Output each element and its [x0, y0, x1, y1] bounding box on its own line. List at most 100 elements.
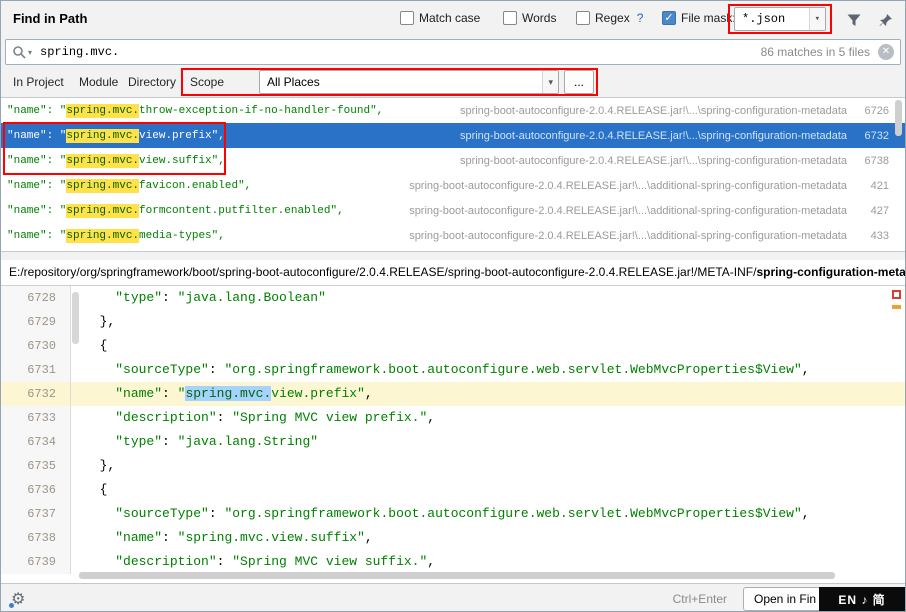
file-mask-combo[interactable]: *.json ▾	[734, 7, 826, 31]
code-segment: :	[217, 554, 233, 569]
option-label: Regex	[595, 11, 630, 25]
line-number: 6734	[1, 430, 71, 454]
snippet-suffix: view.prefix",	[139, 130, 225, 142]
checkbox-icon[interactable]	[576, 11, 590, 25]
result-row[interactable]: "name": "spring.mvc.throw-exception-if-n…	[1, 98, 905, 123]
line-number: 6731	[1, 358, 71, 382]
editor-line[interactable]: 6737 "sourceType": "org.springframework.…	[1, 502, 905, 526]
editor-line[interactable]: 6732 "name": "spring.mvc.view.prefix",	[1, 382, 905, 406]
editor-mini-scrollbar[interactable]	[72, 292, 79, 344]
match-highlight: spring.mvc.	[66, 104, 139, 118]
line-number: 6739	[1, 550, 71, 574]
editor-line[interactable]: 6730 {	[1, 334, 905, 358]
code-segment: },	[84, 458, 115, 473]
path-filename: spring-configuration-meta	[756, 265, 905, 279]
browse-scopes-button[interactable]: ...	[564, 70, 594, 94]
option-match-case[interactable]: Match case	[400, 11, 480, 25]
splitter[interactable]	[1, 252, 905, 260]
code-segment: {	[84, 482, 107, 497]
result-row[interactable]: "name": "spring.mvc.view.suffix",spring-…	[1, 148, 905, 173]
editor-line[interactable]: 6736 {	[1, 478, 905, 502]
dialog-header: Find in Path Match caseWordsRegex?✓File …	[1, 1, 905, 37]
scope-tab-scope[interactable]: Scope	[190, 75, 224, 89]
preview-file-path: E:/repository/org/springframework/boot/s…	[1, 260, 905, 286]
checkbox-icon[interactable]	[503, 11, 517, 25]
preview-editor[interactable]: 6728 "type": "java.lang.Boolean"6729 },6…	[1, 286, 905, 583]
editor-line[interactable]: 6731 "sourceType": "org.springframework.…	[1, 358, 905, 382]
option-words[interactable]: Words	[503, 11, 556, 25]
result-row[interactable]: "name": "spring.mvc.view.prefix",spring-…	[1, 123, 905, 148]
scope-tab-module[interactable]: Module	[79, 75, 118, 89]
option-regex[interactable]: Regex?	[576, 11, 643, 25]
option-file-mask[interactable]: ✓ File mask:	[662, 11, 736, 25]
code-segment: "description"	[115, 410, 216, 425]
editor-horizontal-scrollbar[interactable]	[79, 572, 835, 579]
scope-row: In Project Module Directory Scope All Place…	[1, 67, 905, 97]
code-segment: "Spring MVC view suffix."	[232, 554, 427, 569]
line-number: 6736	[1, 478, 71, 502]
checkbox-icon[interactable]	[400, 11, 414, 25]
code-segment: {	[84, 338, 107, 353]
code-segment: "Spring MVC view prefix."	[232, 410, 427, 425]
result-row[interactable]: "name": "spring.mvc.media-types",spring-…	[1, 223, 905, 248]
code-segment: "description"	[115, 554, 216, 569]
result-location: spring-boot-autoconfigure-2.0.4.RELEASE.…	[460, 105, 847, 117]
code-segment: spring.mvc.	[185, 386, 271, 401]
code-segment: "type"	[115, 434, 162, 449]
scope-tab-directory[interactable]: Directory	[128, 75, 176, 89]
filter-icon[interactable]	[844, 10, 864, 30]
warning-stripe-marker	[892, 305, 901, 309]
scope-tab-in-project[interactable]: In Project	[13, 75, 64, 89]
code-segment	[84, 434, 115, 449]
results-scrollbar[interactable]	[895, 100, 902, 136]
regex-help-link[interactable]: ?	[637, 11, 644, 25]
line-number: 6735	[1, 454, 71, 478]
snippet-suffix: view.suffix",	[139, 155, 225, 167]
code-segment: "name"	[115, 386, 162, 401]
search-input[interactable]: ▾ spring.mvc. 86 matches in 5 files ✕	[5, 39, 901, 65]
code-segment: ,	[427, 410, 435, 425]
checkbox-icon[interactable]: ✓	[662, 11, 676, 25]
code-segment: :	[162, 434, 178, 449]
chevron-down-icon[interactable]: ▾	[542, 71, 558, 93]
chevron-down-icon[interactable]: ▾	[809, 8, 825, 30]
editor-line[interactable]: 6734 "type": "java.lang.String"	[1, 430, 905, 454]
result-row[interactable]: "name": "spring.mvc.formcontent.putfilte…	[1, 198, 905, 223]
result-line-number: 427	[853, 205, 889, 217]
code-segment: "java.lang.Boolean"	[178, 290, 326, 305]
editor-line[interactable]: 6729 },	[1, 310, 905, 334]
code-segment: "org.springframework.boot.autoconfigure.…	[224, 362, 801, 377]
option-label: Match case	[419, 11, 480, 25]
clear-icon[interactable]: ✕	[878, 44, 894, 60]
dialog-footer: ⚙ Ctrl+Enter Open in Fin	[1, 583, 905, 612]
option-label: Words	[522, 11, 556, 25]
editor-line[interactable]: 6735 },	[1, 454, 905, 478]
scope-combo[interactable]: All Places ▾	[259, 70, 559, 94]
gear-icon[interactable]: ⚙	[11, 589, 25, 609]
match-highlight: spring.mvc.	[66, 229, 139, 243]
result-snippet: "name": "spring.mvc.favicon.enabled",	[7, 180, 251, 192]
editor-line[interactable]: 6728 "type": "java.lang.Boolean"	[1, 286, 905, 310]
snippet-prefix: "name": "	[7, 180, 66, 192]
editor-line[interactable]: 6738 "name": "spring.mvc.view.suffix",	[1, 526, 905, 550]
result-row[interactable]: "name": "spring.mvc.favicon.enabled",spr…	[1, 173, 905, 198]
search-history-chevron-icon[interactable]: ▾	[28, 48, 32, 57]
snippet-suffix: throw-exception-if-no-handler-found",	[139, 105, 383, 117]
line-number: 6737	[1, 502, 71, 526]
pin-icon[interactable]	[876, 10, 896, 30]
code-segment: ,	[427, 554, 435, 569]
snippet-prefix: "name": "	[7, 155, 66, 167]
code-segment: :	[209, 506, 225, 521]
code-segment: "sourceType"	[115, 506, 209, 521]
option-label: File mask:	[681, 11, 736, 25]
line-code: },	[71, 454, 905, 478]
editor-line[interactable]: 6739 "description": "Spring MVC view suf…	[1, 550, 905, 574]
file-mask-value: *.json	[742, 12, 785, 26]
editor-line[interactable]: 6733 "description": "Spring MVC view pre…	[1, 406, 905, 430]
code-segment: },	[84, 314, 115, 329]
code-segment	[84, 410, 115, 425]
line-number: 6730	[1, 334, 71, 358]
line-code: {	[71, 478, 905, 502]
result-snippet: "name": "spring.mvc.media-types",	[7, 230, 225, 242]
line-number: 6728	[1, 286, 71, 310]
